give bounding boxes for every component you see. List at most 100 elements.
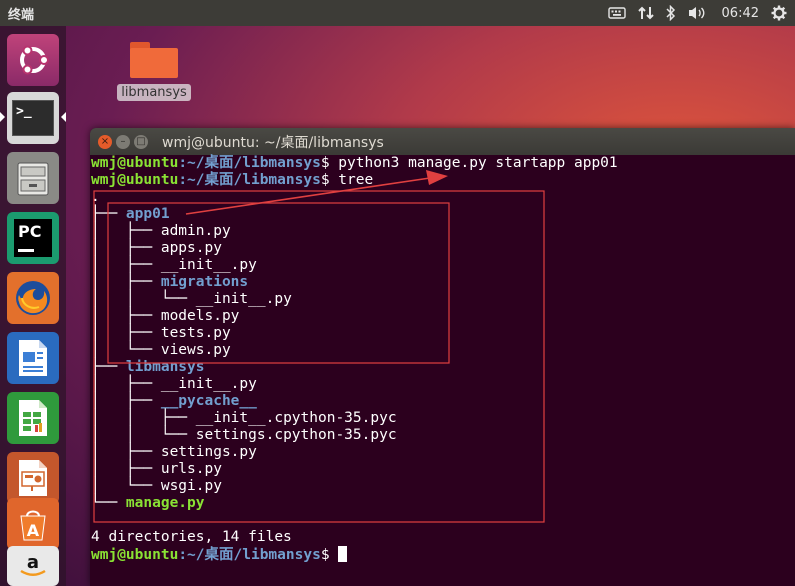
tree-file: models.py — [160, 308, 240, 324]
terminal-icon[interactable]: >_ — [7, 92, 59, 144]
tree-line: └── manage.py — [91, 495, 205, 512]
pycharm-glyph: PC — [14, 219, 52, 257]
tree-prefix: │ │ └── — [91, 291, 196, 307]
prompt-sign: $ — [320, 547, 339, 563]
terminal-window[interactable]: × – □ wmj@ubuntu: ~/桌面/libmansys wmj@ubu… — [90, 128, 795, 586]
tree-line: ├── app01 — [91, 206, 170, 223]
tree-prefix: │ ├── — [91, 240, 161, 256]
prompt-sign: $ — [320, 155, 339, 171]
tree-file: apps.py — [160, 240, 222, 256]
terminal-glyph: >_ — [12, 100, 54, 136]
prompt-path: :~/桌面/libmansys — [178, 172, 321, 188]
terminal-output[interactable]: wmj@ubuntu:~/桌面/libmansys$ python3 manag… — [90, 155, 795, 586]
desktop-folder-label: libmansys — [117, 84, 191, 101]
tree-file: __init__.cpython-35.pyc — [195, 410, 397, 426]
prompt-user: wmj@ubuntu — [91, 547, 179, 563]
tree-line: │ ├── models.py — [91, 308, 239, 325]
minimize-icon[interactable]: – — [116, 134, 130, 149]
tree-file: tests.py — [160, 325, 231, 341]
clock[interactable]: 06:42 — [722, 0, 759, 26]
tree-line: │ ├── migrations — [91, 274, 248, 291]
amazon-icon[interactable]: a — [7, 546, 59, 586]
tree-prefix: │ └── — [91, 342, 161, 358]
tree-line: │ ├── __pycache__ — [91, 393, 257, 410]
ubuntu-dash-icon[interactable] — [7, 34, 59, 86]
impress-icon[interactable] — [7, 452, 59, 504]
pycharm-icon[interactable]: PC — [7, 212, 59, 264]
network-icon[interactable] — [637, 0, 654, 26]
folder-icon — [130, 40, 178, 78]
prompt-path: :~/桌面/libmansys — [178, 547, 321, 563]
power-gear-icon[interactable] — [771, 0, 787, 26]
tree-prefix: │ ├── — [91, 257, 161, 273]
prompt-line: wmj@ubuntu:~/桌面/libmansys$ tree — [91, 172, 373, 189]
tree-line: │ ├── __init__.py — [91, 376, 257, 393]
tree-line: │ ├── settings.py — [91, 444, 257, 461]
tree-file: settings.cpython-35.pyc — [195, 427, 397, 443]
tree-file: views.py — [160, 342, 231, 358]
calc-icon[interactable] — [7, 392, 59, 444]
software-center-icon[interactable]: A — [7, 498, 59, 550]
tree-file: urls.py — [160, 461, 222, 477]
tree-file: __init__.py — [160, 257, 257, 273]
terminal-cursor — [338, 546, 348, 562]
tree-line: │ ├── admin.py — [91, 223, 231, 240]
prompt-user: wmj@ubuntu — [91, 172, 179, 188]
tree-prefix: ├── — [91, 206, 126, 222]
tree-file: wsgi.py — [160, 478, 222, 494]
top-panel: 终端 06:42 — [0, 0, 795, 26]
tree-summary: 4 directories, 14 files — [91, 529, 292, 545]
tree-prefix: ├── — [91, 359, 126, 375]
tree-prefix: │ ├── — [91, 444, 161, 460]
tree-prefix: │ ├── — [91, 308, 161, 324]
prompt-line: wmj@ubuntu:~/桌面/libmansys$ python3 manag… — [91, 155, 618, 172]
tree-file: manage.py — [125, 495, 205, 511]
svg-text:a: a — [27, 552, 39, 573]
tree-prefix: │ ├── — [91, 376, 161, 392]
tree-file: __init__.py — [160, 376, 257, 392]
tree-directory: migrations — [160, 274, 249, 290]
command-text: tree — [338, 172, 374, 188]
tree-directory: app01 — [125, 206, 170, 222]
desktop-folder-libmansys[interactable]: libmansys — [114, 40, 194, 101]
tree-line: │ └── views.py — [91, 342, 231, 359]
tree-line: │ │ └── __init__.py — [91, 291, 292, 308]
tree-prefix: └── — [91, 495, 126, 511]
tree-prefix: │ ├── — [91, 223, 161, 239]
tree-line: │ └── wsgi.py — [91, 478, 222, 495]
terminal-titlebar[interactable]: × – □ wmj@ubuntu: ~/桌面/libmansys — [90, 128, 795, 155]
keyboard-icon[interactable] — [607, 0, 626, 26]
tree-prefix: │ └── — [91, 478, 161, 494]
writer-icon[interactable] — [7, 332, 59, 384]
tree-file: __init__.py — [195, 291, 292, 307]
launcher: >_ PC A a — [0, 26, 66, 586]
close-icon[interactable]: × — [98, 134, 112, 149]
volume-icon[interactable] — [688, 0, 706, 26]
tree-line: │ ├── __init__.py — [91, 257, 257, 274]
tree-prefix: │ ├── — [91, 393, 161, 409]
tree-prefix: │ ├── — [91, 461, 161, 477]
prompt-line: wmj@ubuntu:~/桌面/libmansys$ — [91, 546, 348, 563]
firefox-icon[interactable] — [7, 272, 59, 324]
svg-text:A: A — [27, 521, 40, 540]
tree-line: │ ├── tests.py — [91, 325, 231, 342]
prompt-path: :~/桌面/libmansys — [178, 155, 321, 171]
bluetooth-icon[interactable] — [666, 0, 676, 26]
tree-line: │ ├── urls.py — [91, 461, 222, 478]
tree-directory: libmansys — [125, 359, 205, 375]
tree-line: │ ├── apps.py — [91, 240, 222, 257]
tree-prefix: │ │ ├── — [91, 410, 196, 426]
tree-line: ├── libmansys — [91, 359, 205, 376]
command-text: python3 manage.py startapp app01 — [338, 155, 618, 171]
files-icon[interactable] — [7, 152, 59, 204]
tree-line: . — [91, 189, 100, 206]
indicator-area: 06:42 — [607, 0, 787, 26]
pycharm-label: PC — [18, 222, 42, 241]
tree-line: │ │ └── settings.cpython-35.pyc — [91, 427, 397, 444]
maximize-icon[interactable]: □ — [134, 134, 148, 149]
tree-prefix: │ ├── — [91, 325, 161, 341]
tree-directory: __pycache__ — [160, 393, 257, 409]
active-indicator — [0, 112, 5, 122]
focus-indicator — [61, 112, 66, 122]
prompt-user: wmj@ubuntu — [91, 155, 179, 171]
